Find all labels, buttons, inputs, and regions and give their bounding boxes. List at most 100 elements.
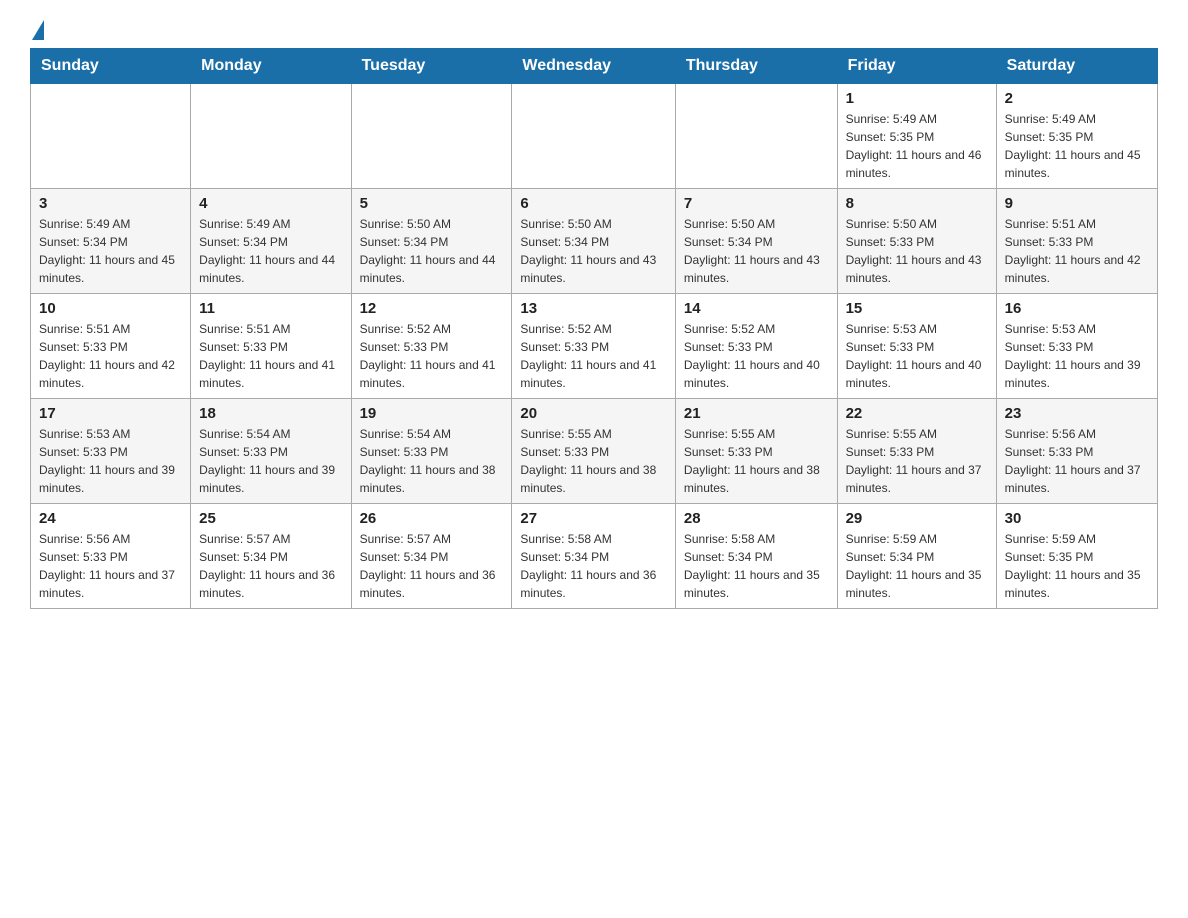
day-number: 22 xyxy=(846,405,988,422)
day-info: Sunrise: 5:54 AMSunset: 5:33 PMDaylight:… xyxy=(199,425,342,497)
calendar-cell xyxy=(191,84,351,189)
day-number: 6 xyxy=(520,195,666,212)
calendar-cell: 16 Sunrise: 5:53 AMSunset: 5:33 PMDayligh… xyxy=(996,294,1157,399)
calendar-cell: 4 Sunrise: 5:49 AMSunset: 5:34 PMDaylight… xyxy=(191,189,351,294)
calendar-week-row: 24 Sunrise: 5:56 AMSunset: 5:33 PMDayligh… xyxy=(31,504,1158,609)
day-number: 7 xyxy=(684,195,829,212)
day-number: 21 xyxy=(684,405,829,422)
calendar-cell: 15 Sunrise: 5:53 AMSunset: 5:33 PMDayligh… xyxy=(837,294,996,399)
calendar-cell: 26 Sunrise: 5:57 AMSunset: 5:34 PMDayligh… xyxy=(351,504,512,609)
day-number: 4 xyxy=(199,195,342,212)
day-info: Sunrise: 5:55 AMSunset: 5:33 PMDaylight:… xyxy=(684,425,829,497)
day-number: 24 xyxy=(39,510,182,527)
calendar-cell: 21 Sunrise: 5:55 AMSunset: 5:33 PMDayligh… xyxy=(675,399,837,504)
calendar-cell: 23 Sunrise: 5:56 AMSunset: 5:33 PMDayligh… xyxy=(996,399,1157,504)
day-info: Sunrise: 5:53 AMSunset: 5:33 PMDaylight:… xyxy=(39,425,182,497)
calendar-header-tuesday: Tuesday xyxy=(351,49,512,84)
logo-triangle-icon xyxy=(32,20,44,40)
day-number: 14 xyxy=(684,300,829,317)
calendar-cell: 18 Sunrise: 5:54 AMSunset: 5:33 PMDayligh… xyxy=(191,399,351,504)
calendar-week-row: 3Sunrise: 5:49 AMSunset: 5:34 PMDaylight… xyxy=(31,189,1158,294)
calendar-cell: 11 Sunrise: 5:51 AMSunset: 5:33 PMDayligh… xyxy=(191,294,351,399)
calendar-cell: 17 Sunrise: 5:53 AMSunset: 5:33 PMDayligh… xyxy=(31,399,191,504)
day-info: Sunrise: 5:50 AMSunset: 5:34 PMDaylight:… xyxy=(520,215,666,287)
day-info: Sunrise: 5:51 AMSunset: 5:33 PMDaylight:… xyxy=(1005,215,1149,287)
calendar-cell: 30 Sunrise: 5:59 AMSunset: 5:35 PMDayligh… xyxy=(996,504,1157,609)
day-info: Sunrise: 5:57 AMSunset: 5:34 PMDaylight:… xyxy=(199,530,342,602)
calendar-cell: 14 Sunrise: 5:52 AMSunset: 5:33 PMDayligh… xyxy=(675,294,837,399)
day-number: 15 xyxy=(846,300,988,317)
day-info: Sunrise: 5:56 AMSunset: 5:33 PMDaylight:… xyxy=(39,530,182,602)
day-info: Sunrise: 5:51 AMSunset: 5:33 PMDaylight:… xyxy=(199,320,342,392)
day-info: Sunrise: 5:54 AMSunset: 5:33 PMDaylight:… xyxy=(360,425,504,497)
calendar-cell: 29Sunrise: 5:59 AMSunset: 5:34 PMDayligh… xyxy=(837,504,996,609)
calendar-cell xyxy=(512,84,675,189)
day-number: 13 xyxy=(520,300,666,317)
day-info: Sunrise: 5:52 AMSunset: 5:33 PMDaylight:… xyxy=(684,320,829,392)
logo xyxy=(30,20,44,38)
calendar-table: SundayMondayTuesdayWednesdayThursdayFrid… xyxy=(30,48,1158,609)
calendar-header-monday: Monday xyxy=(191,49,351,84)
calendar-week-row: 10 Sunrise: 5:51 AMSunset: 5:33 PMDayligh… xyxy=(31,294,1158,399)
calendar-cell: 3Sunrise: 5:49 AMSunset: 5:34 PMDaylight… xyxy=(31,189,191,294)
day-info: Sunrise: 5:50 AMSunset: 5:33 PMDaylight:… xyxy=(846,215,988,287)
day-number: 10 xyxy=(39,300,182,317)
calendar-cell xyxy=(351,84,512,189)
calendar-cell: 5Sunrise: 5:50 AMSunset: 5:34 PMDaylight… xyxy=(351,189,512,294)
day-number: 12 xyxy=(360,300,504,317)
day-number: 23 xyxy=(1005,405,1149,422)
day-info: Sunrise: 5:49 AMSunset: 5:34 PMDaylight:… xyxy=(199,215,342,287)
day-number: 19 xyxy=(360,405,504,422)
calendar-cell: 24 Sunrise: 5:56 AMSunset: 5:33 PMDayligh… xyxy=(31,504,191,609)
calendar-week-row: 17 Sunrise: 5:53 AMSunset: 5:33 PMDayligh… xyxy=(31,399,1158,504)
day-info: Sunrise: 5:52 AMSunset: 5:33 PMDaylight:… xyxy=(360,320,504,392)
calendar-cell: 6 Sunrise: 5:50 AMSunset: 5:34 PMDaylight… xyxy=(512,189,675,294)
calendar-header-wednesday: Wednesday xyxy=(512,49,675,84)
day-info: Sunrise: 5:58 AMSunset: 5:34 PMDaylight:… xyxy=(520,530,666,602)
calendar-cell xyxy=(31,84,191,189)
day-number: 16 xyxy=(1005,300,1149,317)
day-info: Sunrise: 5:49 AMSunset: 5:35 PMDaylight:… xyxy=(846,110,988,182)
calendar-cell: 2 Sunrise: 5:49 AMSunset: 5:35 PMDaylight… xyxy=(996,84,1157,189)
day-number: 17 xyxy=(39,405,182,422)
day-info: Sunrise: 5:55 AMSunset: 5:33 PMDaylight:… xyxy=(846,425,988,497)
calendar-cell: 12 Sunrise: 5:52 AMSunset: 5:33 PMDayligh… xyxy=(351,294,512,399)
calendar-week-row: 1 Sunrise: 5:49 AMSunset: 5:35 PMDaylight… xyxy=(31,84,1158,189)
calendar-cell: 20 Sunrise: 5:55 AMSunset: 5:33 PMDayligh… xyxy=(512,399,675,504)
calendar-cell: 10Sunrise: 5:51 AMSunset: 5:33 PMDayligh… xyxy=(31,294,191,399)
day-number: 27 xyxy=(520,510,666,527)
day-number: 2 xyxy=(1005,90,1149,107)
day-info: Sunrise: 5:58 AMSunset: 5:34 PMDaylight:… xyxy=(684,530,829,602)
day-info: Sunrise: 5:50 AMSunset: 5:34 PMDaylight:… xyxy=(360,215,504,287)
day-number: 18 xyxy=(199,405,342,422)
calendar-cell: 9Sunrise: 5:51 AMSunset: 5:33 PMDaylight… xyxy=(996,189,1157,294)
day-info: Sunrise: 5:55 AMSunset: 5:33 PMDaylight:… xyxy=(520,425,666,497)
calendar-header-friday: Friday xyxy=(837,49,996,84)
day-info: Sunrise: 5:49 AMSunset: 5:34 PMDaylight:… xyxy=(39,215,182,287)
day-number: 20 xyxy=(520,405,666,422)
calendar-header-row: SundayMondayTuesdayWednesdayThursdayFrid… xyxy=(31,49,1158,84)
day-info: Sunrise: 5:57 AMSunset: 5:34 PMDaylight:… xyxy=(360,530,504,602)
calendar-cell: 25 Sunrise: 5:57 AMSunset: 5:34 PMDayligh… xyxy=(191,504,351,609)
calendar-cell: 8 Sunrise: 5:50 AMSunset: 5:33 PMDaylight… xyxy=(837,189,996,294)
page-header xyxy=(30,20,1158,38)
day-number: 30 xyxy=(1005,510,1149,527)
day-info: Sunrise: 5:56 AMSunset: 5:33 PMDaylight:… xyxy=(1005,425,1149,497)
calendar-cell: 13 Sunrise: 5:52 AMSunset: 5:33 PMDayligh… xyxy=(512,294,675,399)
calendar-cell: 7 Sunrise: 5:50 AMSunset: 5:34 PMDaylight… xyxy=(675,189,837,294)
day-info: Sunrise: 5:49 AMSunset: 5:35 PMDaylight:… xyxy=(1005,110,1149,182)
day-number: 8 xyxy=(846,195,988,212)
day-info: Sunrise: 5:50 AMSunset: 5:34 PMDaylight:… xyxy=(684,215,829,287)
day-info: Sunrise: 5:59 AMSunset: 5:35 PMDaylight:… xyxy=(1005,530,1149,602)
day-info: Sunrise: 5:53 AMSunset: 5:33 PMDaylight:… xyxy=(846,320,988,392)
day-info: Sunrise: 5:52 AMSunset: 5:33 PMDaylight:… xyxy=(520,320,666,392)
day-number: 25 xyxy=(199,510,342,527)
calendar-cell xyxy=(675,84,837,189)
day-number: 11 xyxy=(199,300,342,317)
day-info: Sunrise: 5:59 AMSunset: 5:34 PMDaylight:… xyxy=(846,530,988,602)
calendar-cell: 22 Sunrise: 5:55 AMSunset: 5:33 PMDayligh… xyxy=(837,399,996,504)
calendar-cell: 19 Sunrise: 5:54 AMSunset: 5:33 PMDayligh… xyxy=(351,399,512,504)
day-number: 26 xyxy=(360,510,504,527)
day-number: 1 xyxy=(846,90,988,107)
day-info: Sunrise: 5:53 AMSunset: 5:33 PMDaylight:… xyxy=(1005,320,1149,392)
